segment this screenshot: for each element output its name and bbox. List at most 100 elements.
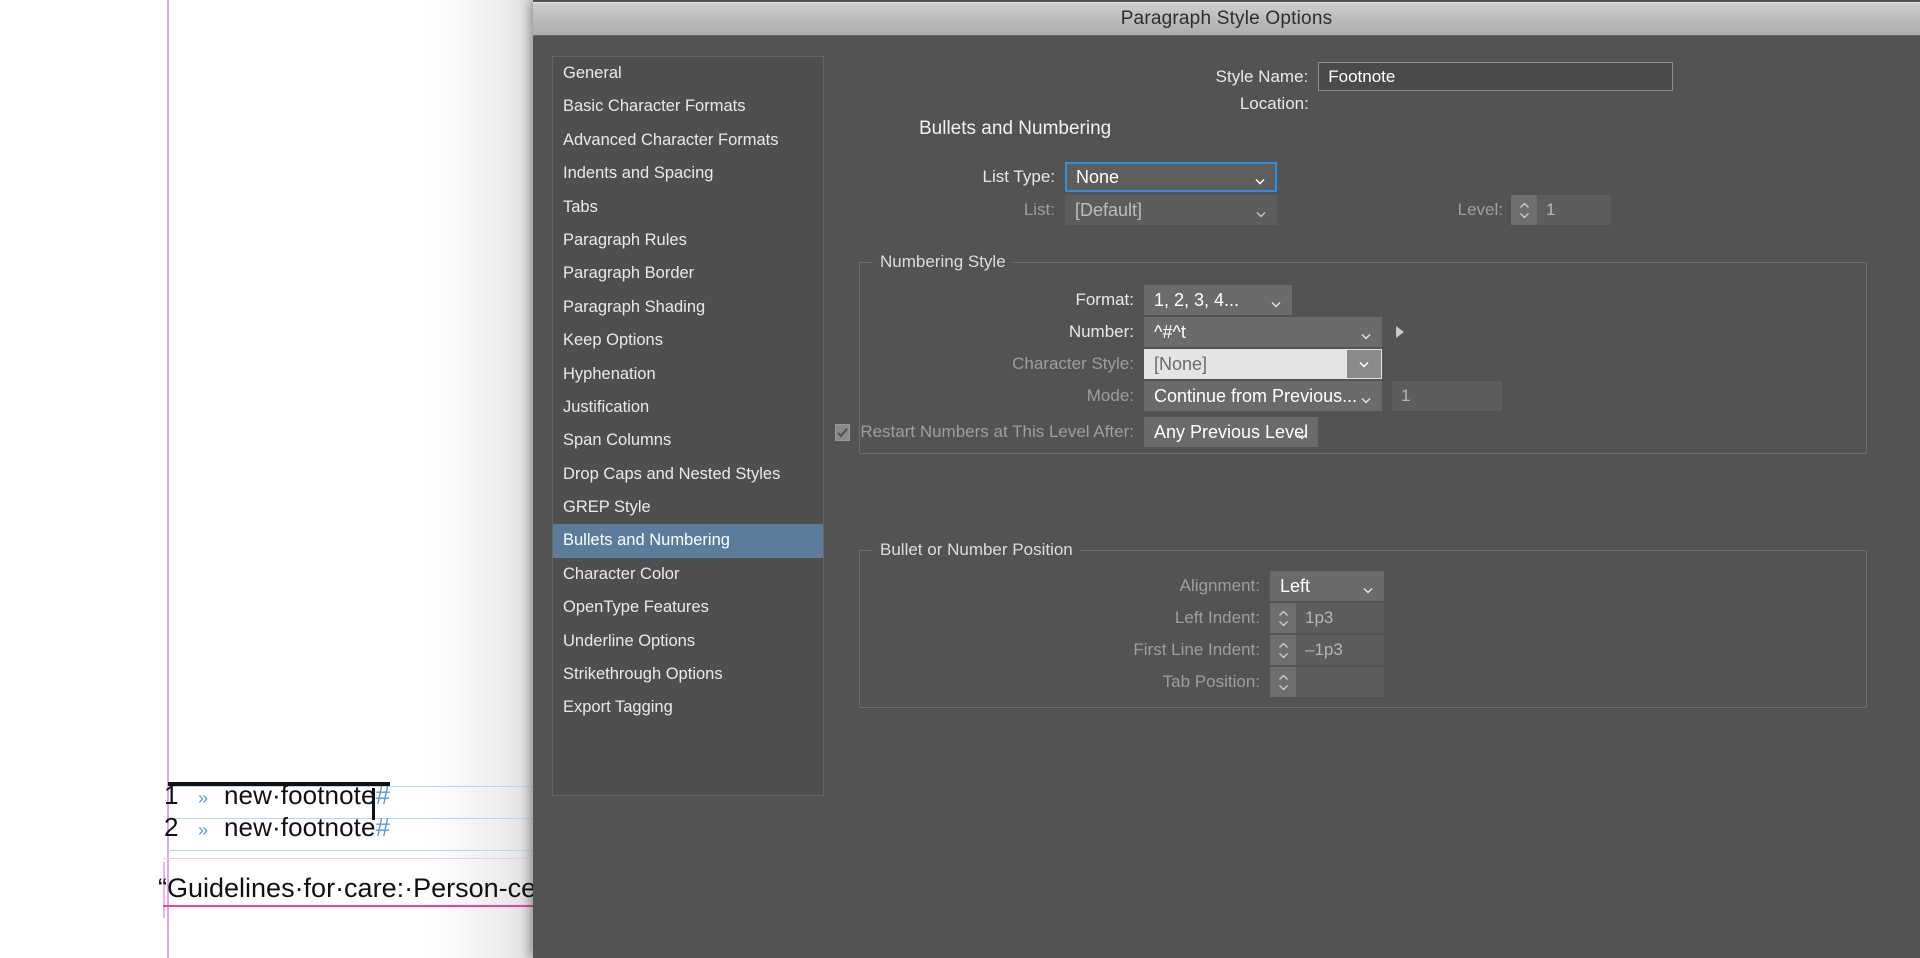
style-name-input[interactable]: Footnote — [1318, 62, 1673, 91]
mode-value: Continue from Previous... — [1154, 385, 1358, 406]
chevron-down-icon — [1296, 426, 1308, 440]
number-label: Number: — [1068, 322, 1134, 341]
mode-start-at-value[interactable]: 1 — [1392, 381, 1502, 411]
body-text-line[interactable]: “Guidelines·for·care:·Person-cent — [158, 873, 559, 904]
sidebar-item-basic-character-formats[interactable]: Basic Character Formats — [553, 90, 823, 123]
mode-select[interactable]: Continue from Previous... — [1144, 381, 1382, 411]
footnote-row[interactable]: 2 » new·footnote# — [164, 812, 390, 843]
level-stepper[interactable]: 1 — [1511, 195, 1611, 225]
style-name-label: Style Name: — [1215, 66, 1309, 86]
list-value: [Default] — [1075, 199, 1143, 220]
numbering-style-group-title: Numbering Style — [873, 252, 1013, 272]
sidebar-item-span-columns[interactable]: Span Columns — [553, 424, 823, 457]
sidebar-item-paragraph-border[interactable]: Paragraph Border — [553, 257, 823, 290]
first-line-indent-value[interactable]: –1p3 — [1296, 635, 1384, 665]
sidebar-item-tabs[interactable]: Tabs — [553, 191, 823, 224]
sidebar-item-drop-caps-and-nested-styles[interactable]: Drop Caps and Nested Styles — [553, 458, 823, 491]
restart-numbers-label: Restart Numbers at This Level After: — [860, 422, 1134, 441]
paragraph-style-options-dialog: Paragraph Style Options General Basic Ch… — [533, 0, 1920, 958]
first-line-indent-stepper[interactable]: –1p3 — [1270, 635, 1384, 665]
footnote-text: new·footnote — [224, 780, 376, 810]
list-label: List: — [1023, 200, 1055, 219]
sidebar-item-opentype-features[interactable]: OpenType Features — [553, 591, 823, 624]
section-heading: Bullets and Numbering — [919, 118, 1112, 139]
restart-after-value: Any Previous Level — [1154, 421, 1309, 442]
sidebar-item-paragraph-rules[interactable]: Paragraph Rules — [553, 224, 823, 257]
chevron-down-icon — [1362, 580, 1374, 594]
sidebar-item-indents-and-spacing[interactable]: Indents and Spacing — [553, 157, 823, 190]
chevron-down-icon — [1360, 390, 1372, 404]
stepper-arrows-icon[interactable] — [1511, 195, 1537, 225]
sidebar-item-bullets-and-numbering[interactable]: Bullets and Numbering — [553, 524, 823, 558]
sidebar-item-paragraph-shading[interactable]: Paragraph Shading — [553, 291, 823, 324]
first-line-indent-label: First Line Indent: — [1133, 640, 1260, 659]
level-label: Level: — [1457, 200, 1503, 219]
list-type-label: List Type: — [982, 167, 1055, 186]
bullet-position-group-title: Bullet or Number Position — [873, 540, 1080, 560]
document-canvas[interactable]: 1 » new·footnote# 2 » new·footnote# “Guideli… — [0, 0, 560, 958]
mode-label: Mode: — [1086, 386, 1134, 405]
sidebar-item-underline-options[interactable]: Underline Options — [553, 625, 823, 658]
footnote-number: 2 — [164, 812, 179, 842]
tab-position-stepper[interactable] — [1270, 667, 1384, 697]
chevron-down-icon — [1360, 326, 1372, 340]
left-indent-value[interactable]: 1p3 — [1296, 603, 1384, 633]
stepper-arrows-icon[interactable] — [1270, 667, 1296, 697]
left-indent-label: Left Indent: — [1174, 608, 1260, 627]
list-type-value: None — [1076, 166, 1120, 187]
tab-position-label: Tab Position: — [1162, 672, 1260, 691]
tab-position-value[interactable] — [1296, 667, 1384, 697]
footnote-end-marker: # — [375, 812, 391, 842]
tab-marker-icon: » — [198, 788, 209, 808]
restart-after-select[interactable]: Any Previous Level — [1144, 417, 1318, 447]
format-select[interactable]: 1, 2, 3, 4... — [1144, 285, 1292, 315]
sidebar-item-strikethrough-options[interactable]: Strikethrough Options — [553, 658, 823, 691]
baseline-guide — [168, 850, 560, 851]
chevron-down-icon[interactable] — [1347, 350, 1381, 378]
sidebar-item-export-tagging[interactable]: Export Tagging — [553, 691, 823, 724]
list-type-select[interactable]: None — [1065, 162, 1277, 192]
stepper-arrows-icon[interactable] — [1270, 635, 1296, 665]
character-style-label: Character Style: — [1012, 354, 1134, 373]
character-style-select[interactable]: [None] — [1144, 349, 1382, 379]
footnote-number: 1 — [164, 780, 179, 810]
sidebar-item-general[interactable]: General — [553, 57, 823, 90]
tab-marker-icon: » — [198, 820, 209, 840]
dialog-nav-list[interactable]: General Basic Character Formats Advanced… — [552, 56, 824, 796]
bullet-position-group: Bullet or Number Position Alignment: Lef… — [859, 540, 1867, 708]
sidebar-item-character-color[interactable]: Character Color — [553, 558, 823, 591]
left-indent-stepper[interactable]: 1p3 — [1270, 603, 1384, 633]
number-input[interactable]: ^#^t — [1144, 317, 1382, 347]
footnote-text: new·footnote — [224, 812, 376, 842]
dialog-titlebar[interactable]: Paragraph Style Options — [533, 2, 1920, 36]
stepper-arrows-icon[interactable] — [1270, 603, 1296, 633]
chevron-down-icon — [1254, 171, 1266, 185]
number-value: ^#^t — [1154, 321, 1186, 342]
restart-numbers-checkbox[interactable] — [835, 423, 851, 441]
format-value: 1, 2, 3, 4... — [1154, 289, 1240, 310]
alignment-select[interactable]: Left — [1270, 571, 1384, 601]
insert-special-character-icon[interactable] — [1396, 326, 1404, 338]
dialog-content-pane: Style Name: Footnote Location: Bullets a… — [833, 40, 1913, 940]
text-frame-top-edge — [163, 858, 533, 859]
list-select[interactable]: [Default] — [1065, 195, 1277, 225]
dialog-title: Paragraph Style Options — [1120, 8, 1333, 29]
location-label: Location: — [1239, 94, 1309, 113]
footnote-row[interactable]: 1 » new·footnote# — [164, 780, 390, 811]
alignment-value: Left — [1280, 575, 1311, 596]
sidebar-item-justification[interactable]: Justification — [553, 391, 823, 424]
numbering-style-group: Numbering Style Format: 1, 2, 3, 4... Nu… — [835, 252, 1867, 454]
chevron-down-icon — [1270, 294, 1282, 308]
format-label: Format: — [1075, 290, 1134, 309]
sidebar-item-grep-style[interactable]: GREP Style — [553, 491, 823, 524]
alignment-label: Alignment: — [1179, 576, 1260, 595]
sidebar-item-advanced-character-formats[interactable]: Advanced Character Formats — [553, 124, 823, 157]
footnote-end-marker: # — [375, 780, 391, 810]
sidebar-item-keep-options[interactable]: Keep Options — [553, 324, 823, 357]
character-style-value: [None] — [1154, 353, 1208, 374]
level-value[interactable]: 1 — [1537, 195, 1611, 225]
sidebar-item-hyphenation[interactable]: Hyphenation — [553, 358, 823, 391]
mode-start-at-input[interactable]: 1 — [1392, 381, 1502, 411]
text-frame-bottom-edge — [163, 905, 533, 907]
chevron-down-icon — [1255, 204, 1267, 218]
